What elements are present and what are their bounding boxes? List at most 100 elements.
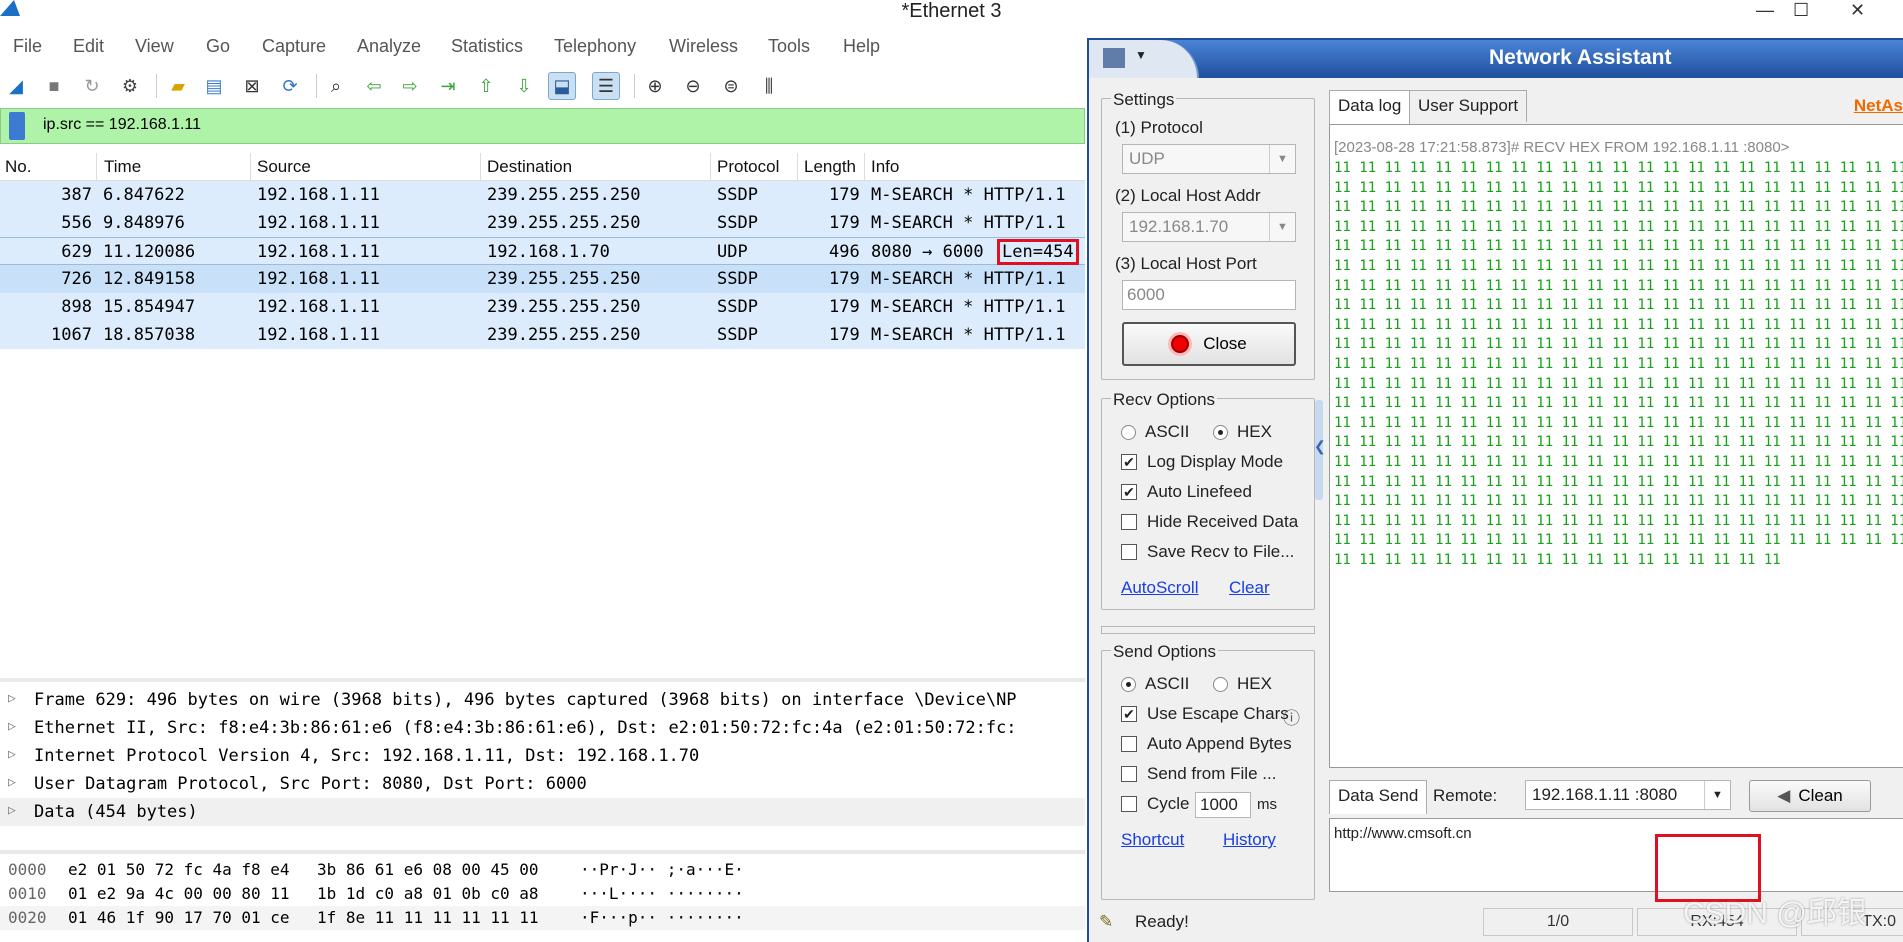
resize-columns-icon[interactable]: ⫼ <box>755 72 783 100</box>
expand-arrow-icon[interactable]: ▷ <box>8 691 16 706</box>
hex-row[interactable]: 0010 01 e2 9a 4c 00 00 80 11 1b 1d c0 a8… <box>0 882 1085 906</box>
send-hex-radio[interactable] <box>1213 677 1228 692</box>
protocol-select[interactable]: UDP ▼ <box>1122 144 1296 174</box>
go-forward-icon[interactable]: ⇨ <box>396 72 424 100</box>
col-protocol[interactable]: Protocol <box>717 157 779 177</box>
col-length[interactable]: Length <box>804 157 856 177</box>
autoscroll-link[interactable]: AutoScroll <box>1121 578 1198 598</box>
menu-statistics[interactable]: Statistics <box>451 36 523 57</box>
table-row-selected[interactable]: 629 11.120086 192.168.1.11 192.168.1.70 … <box>0 237 1085 265</box>
escape-chars-checkbox[interactable]: ✔ <box>1121 706 1137 722</box>
system-menu-button[interactable]: ▼ <box>1089 40 1199 78</box>
hex-offset: 0000 <box>8 860 47 879</box>
arrow-left-icon: ◀ <box>1777 786 1791 805</box>
display-filter-input[interactable]: ip.src == 192.168.1.11 <box>43 116 201 134</box>
save-recv-checkbox[interactable] <box>1121 544 1137 560</box>
local-addr-select[interactable]: 192.168.1.70 ▼ <box>1122 212 1296 242</box>
reload-file-icon[interactable]: ⟳ <box>276 72 304 100</box>
tree-item-ethernet[interactable]: ▷ Ethernet II, Src: f8:e4:3b:86:61:e6 (f… <box>0 714 1085 742</box>
recv-ascii-radio[interactable] <box>1121 425 1136 440</box>
maximize-icon[interactable]: ☐ <box>1793 0 1809 21</box>
go-to-packet-icon[interactable]: ⇥ <box>434 72 462 100</box>
expand-arrow-icon[interactable]: ▷ <box>8 803 16 818</box>
table-row[interactable]: 556 9.848976 192.168.1.11 239.255.255.25… <box>0 209 1085 237</box>
cycle-interval-input[interactable]: 1000 <box>1195 792 1251 818</box>
tree-item-udp[interactable]: ▷ User Datagram Protocol, Src Port: 8080… <box>0 770 1085 798</box>
menu-wireless[interactable]: Wireless <box>669 36 738 57</box>
find-packet-icon[interactable]: ⌕ <box>322 72 350 100</box>
table-row[interactable]: 726 12.849158 192.168.1.11 239.255.255.2… <box>0 265 1085 293</box>
last-packet-icon[interactable]: ⇩ <box>510 72 538 100</box>
hide-received-checkbox[interactable] <box>1121 514 1137 530</box>
table-row[interactable]: 1067 18.857038 192.168.1.11 239.255.255.… <box>0 321 1085 349</box>
hex-row[interactable]: 0000 e2 01 50 72 fc 4a f8 e4 3b 86 61 e6… <box>0 858 1085 882</box>
zoom-in-icon[interactable]: ⊕ <box>641 72 669 100</box>
data-log-area[interactable]: [2023-08-28 17:21:58.873]# RECV HEX FROM… <box>1329 124 1903 768</box>
save-file-icon[interactable]: ▤ <box>200 72 228 100</box>
tab-user-support[interactable]: User Support <box>1409 90 1528 122</box>
col-info[interactable]: Info <box>871 157 899 177</box>
start-capture-icon[interactable]: ◢ <box>2 72 30 100</box>
send-from-file-checkbox[interactable] <box>1121 766 1137 782</box>
menu-telephony[interactable]: Telephony <box>554 36 636 57</box>
display-filter-bar[interactable]: ip.src == 192.168.1.11 <box>0 108 1085 144</box>
send-text-area[interactable]: http://www.cmsoft.cn <box>1329 818 1903 892</box>
menu-go[interactable]: Go <box>206 36 230 57</box>
bookmark-icon[interactable] <box>9 112 25 140</box>
history-link[interactable]: History <box>1223 830 1276 850</box>
hex-row[interactable]: 0020 01 46 1f 90 17 70 01 ce 1f 8e 11 11… <box>0 906 1085 930</box>
capture-options-icon[interactable]: ⚙ <box>116 72 144 100</box>
menu-tools[interactable]: Tools <box>768 36 810 57</box>
menu-edit[interactable]: Edit <box>73 36 104 57</box>
table-row[interactable]: 387 6.847622 192.168.1.11 239.255.255.25… <box>0 181 1085 209</box>
remote-select[interactable]: 192.168.1.11 :8080 ▼ <box>1525 780 1731 810</box>
tree-item-ipv4[interactable]: ▷ Internet Protocol Version 4, Src: 192.… <box>0 742 1085 770</box>
panel-collapse-handle[interactable]: ❮ <box>1314 400 1326 500</box>
clean-button[interactable]: ◀ Clean <box>1749 780 1871 812</box>
first-packet-icon[interactable]: ⇧ <box>472 72 500 100</box>
info-icon[interactable]: ⓘ <box>1283 704 1300 729</box>
colorize-icon[interactable]: ☰ <box>592 72 620 100</box>
local-port-input[interactable]: 6000 <box>1122 280 1296 310</box>
pane-splitter[interactable] <box>0 850 1085 854</box>
expand-arrow-icon[interactable]: ▷ <box>8 719 16 734</box>
tree-item-data[interactable]: ▷ Data (454 bytes) <box>0 798 1085 826</box>
col-source[interactable]: Source <box>257 157 311 177</box>
menu-help[interactable]: Help <box>843 36 880 57</box>
send-ascii-radio[interactable] <box>1121 677 1136 692</box>
col-no[interactable]: No. <box>5 157 31 177</box>
cell-source: 192.168.1.11 <box>257 242 380 262</box>
restart-capture-icon[interactable]: ↻ <box>78 72 106 100</box>
go-back-icon[interactable]: ⇦ <box>360 72 388 100</box>
shortcut-link[interactable]: Shortcut <box>1121 830 1184 850</box>
stop-capture-icon[interactable]: ■ <box>40 72 68 100</box>
tab-data-send[interactable]: Data Send <box>1329 780 1428 814</box>
zoom-out-icon[interactable]: ⊖ <box>679 72 707 100</box>
menu-capture[interactable]: Capture <box>262 36 326 57</box>
close-connection-button[interactable]: Close <box>1122 322 1296 366</box>
close-file-icon[interactable]: ⊠ <box>238 72 266 100</box>
pane-splitter[interactable] <box>0 678 1085 682</box>
auto-append-checkbox[interactable] <box>1121 736 1137 752</box>
expand-arrow-icon[interactable]: ▷ <box>8 775 16 790</box>
col-destination[interactable]: Destination <box>487 157 572 177</box>
tab-data-log[interactable]: Data log <box>1329 90 1411 124</box>
col-time[interactable]: Time <box>104 157 141 177</box>
open-file-icon[interactable]: ▰ <box>164 72 192 100</box>
menu-file[interactable]: File <box>13 36 42 57</box>
clear-link[interactable]: Clear <box>1229 578 1270 598</box>
close-icon[interactable]: ✕ <box>1850 0 1865 21</box>
menu-analyze[interactable]: Analyze <box>357 36 421 57</box>
minimize-icon[interactable]: — <box>1756 0 1774 21</box>
recv-hex-radio[interactable] <box>1213 425 1228 440</box>
autoscroll-icon[interactable]: ⬓ <box>548 72 576 100</box>
expand-arrow-icon[interactable]: ▷ <box>8 747 16 762</box>
netassist-link[interactable]: NetAs <box>1854 96 1903 116</box>
log-display-checkbox[interactable]: ✔ <box>1121 454 1137 470</box>
auto-linefeed-checkbox[interactable]: ✔ <box>1121 484 1137 500</box>
menu-view[interactable]: View <box>135 36 174 57</box>
zoom-reset-icon[interactable]: ⊜ <box>717 72 745 100</box>
cycle-checkbox[interactable] <box>1121 796 1137 812</box>
table-row[interactable]: 898 15.854947 192.168.1.11 239.255.255.2… <box>0 293 1085 321</box>
tree-item-frame[interactable]: ▷ Frame 629: 496 bytes on wire (3968 bit… <box>0 686 1085 714</box>
